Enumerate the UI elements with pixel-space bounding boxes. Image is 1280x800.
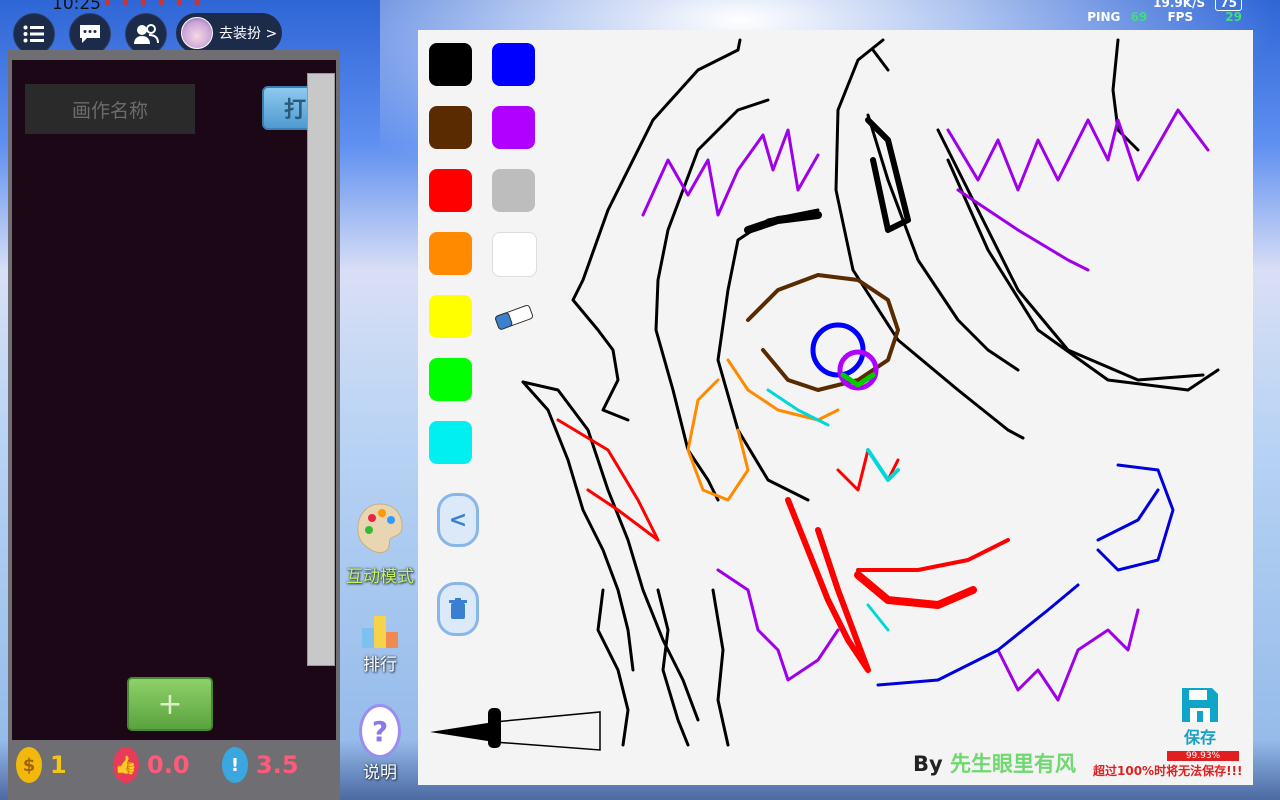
color-swatch[interactable]: [429, 43, 472, 86]
color-swatch[interactable]: [492, 169, 535, 212]
speed-text: 19.9K/S: [1153, 0, 1206, 10]
palette-icon: [357, 503, 403, 553]
exclamation-icon: !: [222, 747, 248, 783]
artist-credit: By 先生眼里有风: [913, 748, 1076, 778]
interactive-mode-label: 互动模式: [346, 567, 414, 587]
rating-stat: ! 3.5: [222, 747, 299, 783]
avatar: [181, 17, 213, 49]
coin-value: 1: [50, 751, 67, 779]
drawing-canvas[interactable]: <: [418, 30, 1253, 785]
fps-label: FPS: [1167, 10, 1194, 24]
status-time: 10:25: [52, 0, 101, 14]
storage-warning: 超过100%时将无法保存!!!: [1093, 764, 1243, 778]
coin-stat: $ 1: [16, 747, 67, 783]
fps-value: 29: [1225, 10, 1242, 24]
eraser-icon: [495, 304, 534, 330]
brush-size-slider[interactable]: [430, 706, 602, 758]
artwork-list: [12, 60, 336, 740]
ping-value: 69: [1130, 10, 1148, 24]
question-icon: ?: [359, 704, 401, 758]
color-swatch[interactable]: [429, 232, 472, 275]
ranking-label: 排行: [363, 655, 397, 675]
credit-prefix: By: [913, 752, 943, 776]
menu-icon: [23, 25, 44, 43]
like-value: 0.0: [147, 751, 190, 779]
podium-icon: [362, 616, 398, 648]
menu-button[interactable]: [13, 13, 55, 55]
status-network: 19.9K/S 75 PING 69 FPS 29: [1081, 0, 1242, 24]
artwork-name-input[interactable]: 画作名称: [25, 84, 195, 134]
thumbs-up-icon: 👍: [113, 747, 139, 783]
brush-icon: [430, 708, 601, 751]
help-button[interactable]: ? 说明: [340, 704, 420, 783]
color-swatch[interactable]: [429, 295, 472, 338]
help-label: 说明: [363, 763, 397, 783]
color-swatch[interactable]: [492, 232, 537, 277]
list-scrollbar[interactable]: [307, 73, 335, 666]
color-swatch[interactable]: [429, 421, 472, 464]
ranking-button[interactable]: 排行: [340, 610, 420, 675]
undo-button[interactable]: <: [437, 493, 479, 547]
save-label: 保存: [1183, 728, 1216, 747]
friends-button[interactable]: [125, 13, 167, 55]
like-stat: 👍 0.0: [113, 747, 190, 783]
clear-button[interactable]: [437, 582, 479, 636]
chat-button[interactable]: [69, 13, 111, 55]
trash-icon: [449, 598, 467, 619]
color-swatch[interactable]: [429, 169, 472, 212]
eraser-tool[interactable]: [494, 302, 536, 336]
color-swatch[interactable]: [492, 106, 535, 149]
color-swatch[interactable]: [492, 43, 535, 86]
drawing-strokes: [521, 38, 1220, 747]
coin-icon: $: [16, 747, 42, 783]
dressup-label: 去装扮 >: [219, 26, 278, 42]
friends-icon: [134, 24, 159, 44]
status-app-icons: ▪ ▪ ▪ ▪ ▪ ▪ ···: [104, 0, 234, 8]
save-icon: [1182, 688, 1218, 722]
chat-icon: [80, 25, 100, 43]
save-button[interactable]: 保存: [1180, 686, 1220, 748]
credit-author: 先生眼里有风: [950, 752, 1077, 776]
color-swatch[interactable]: [429, 106, 472, 149]
storage-progress: 99.93%: [1167, 751, 1239, 761]
color-swatch[interactable]: [429, 358, 472, 401]
dressup-button[interactable]: 去装扮 >: [176, 13, 282, 53]
add-artwork-button[interactable]: +: [127, 677, 213, 731]
interactive-mode-button[interactable]: 互动模式: [340, 500, 420, 587]
back-icon: <: [448, 507, 468, 533]
rating-value: 3.5: [256, 751, 299, 779]
ping-label: PING: [1087, 10, 1121, 24]
